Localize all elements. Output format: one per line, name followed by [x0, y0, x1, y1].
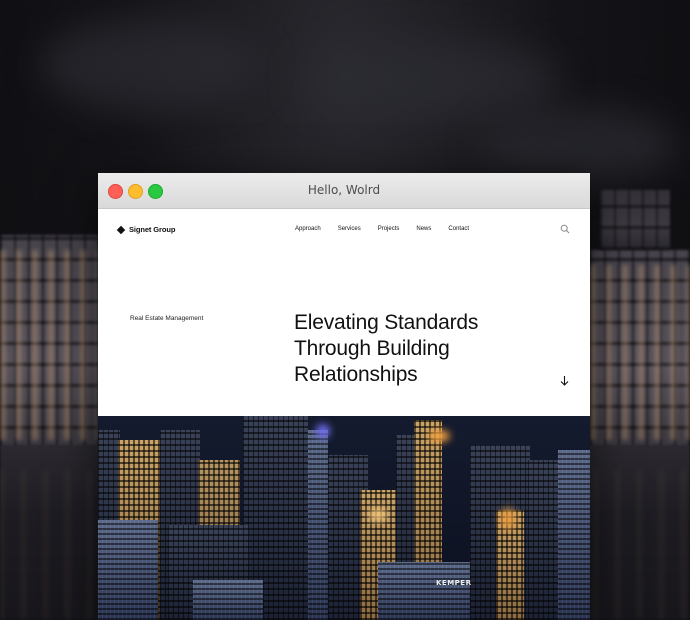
hero-city-image: KEMPER [98, 416, 590, 620]
hero-headline: Elevating Standards Through Building Rel… [294, 311, 479, 386]
window-title: Hello, Wolrd [307, 183, 381, 197]
nav-item-projects[interactable]: Projects [378, 226, 400, 232]
brand-logo-link[interactable]: Signet Group [116, 225, 176, 234]
diamond-logo-icon [116, 225, 126, 234]
nav-item-services[interactable]: Services [338, 226, 361, 232]
hero-building-sign: KEMPER [436, 579, 472, 587]
arrow-down-icon[interactable] [560, 375, 569, 386]
nav-item-news[interactable]: News [416, 226, 431, 232]
browser-window: Hello, Wolrd Signet Group Approach Servi… [98, 173, 590, 620]
search-icon[interactable] [560, 224, 570, 234]
nav-item-approach[interactable]: Approach [295, 226, 321, 232]
brand-name: Signet Group [129, 225, 176, 234]
site-header-section: Signet Group Approach Services Projects … [98, 209, 590, 416]
window-titlebar: Hello, Wolrd [98, 173, 590, 209]
section-kicker: Real Estate Management [130, 315, 204, 322]
nav-item-contact[interactable]: Contact [448, 226, 469, 232]
main-nav: Approach Services Projects News Contact [295, 226, 486, 232]
